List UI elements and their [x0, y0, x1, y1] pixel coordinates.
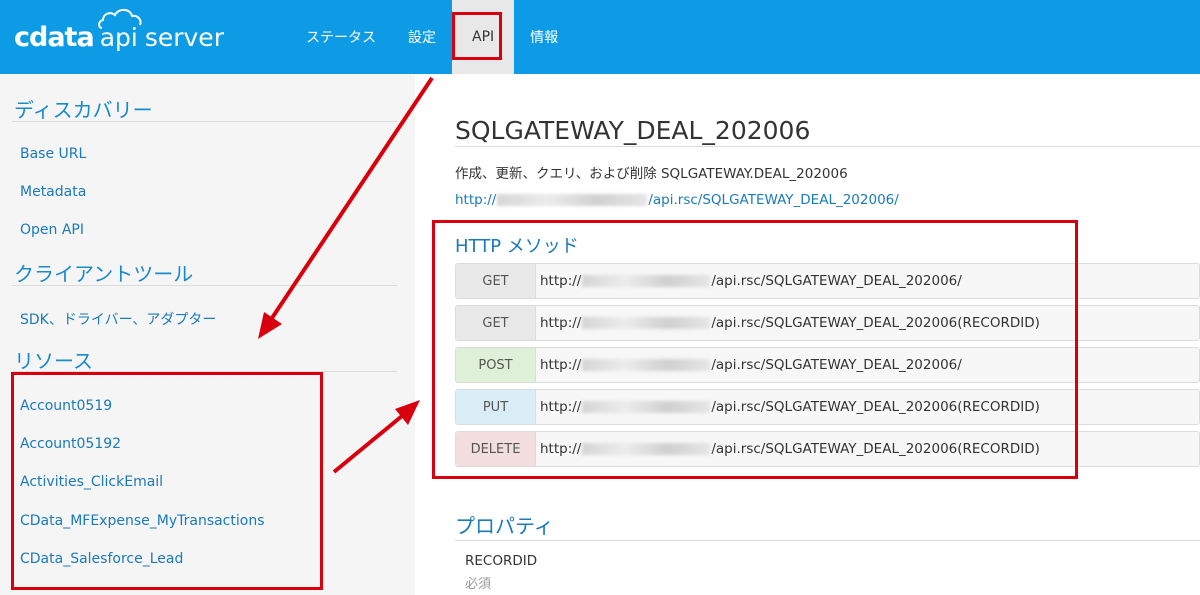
properties-heading: プロパティ [455, 514, 554, 538]
method-url: http:// /api.rsc/SQLGATEWAY_DEAL_202006(R… [536, 441, 1040, 457]
logo-server-text: server [144, 22, 224, 52]
sidebar-resource-item[interactable]: Activities_ClickEmail [20, 474, 163, 490]
url-prefix: http:// [540, 399, 582, 415]
logo-cloud: api [97, 8, 142, 52]
url-suffix: /api.rsc/SQLGATEWAY_DEAL_202006(RECORDID… [711, 441, 1040, 457]
url-prefix: http:// [540, 315, 582, 331]
divider [455, 540, 1200, 541]
method-badge-get: GET [456, 264, 536, 298]
method-row-get[interactable]: GET http:// /api.rsc/SQLGATEWAY_DEAL_2020… [455, 263, 1200, 299]
redacted-host [582, 359, 711, 371]
logo-brand-text: cdata [14, 21, 95, 53]
method-url: http:// /api.rsc/SQLGATEWAY_DEAL_202006(R… [536, 315, 1040, 331]
http-methods-heading: HTTP メソッド [455, 236, 579, 257]
method-row-get-by-id[interactable]: GET http:// /api.rsc/SQLGATEWAY_DEAL_2020… [455, 305, 1200, 341]
redacted-host [582, 275, 711, 287]
resource-endpoint-link[interactable]: http:// /api.rsc/SQLGATEWAY_DEAL_202006/ [455, 192, 899, 208]
sidebar-link-base-url[interactable]: Base URL [20, 146, 86, 162]
url-suffix: /api.rsc/SQLGATEWAY_DEAL_202006(RECORDID… [711, 399, 1040, 415]
nav-settings[interactable]: 設定 [392, 0, 452, 74]
url-prefix: http:// [540, 273, 582, 289]
url-prefix: http:// [540, 357, 582, 373]
page-title: SQLGATEWAY_DEAL_202006 [455, 116, 811, 145]
sidebar-heading-resources: リソース [14, 349, 93, 373]
url-suffix: /api.rsc/SQLGATEWAY_DEAL_202006/ [711, 357, 962, 373]
nav-status[interactable]: ステータス [290, 0, 392, 74]
nav-api[interactable]: API [452, 0, 515, 74]
sidebar-resource-item[interactable]: Account05192 [20, 436, 121, 452]
divider [12, 371, 397, 372]
sidebar-heading-client-tools: クライアントツール [14, 262, 194, 286]
url-suffix: /api.rsc/SQLGATEWAY_DEAL_202006(RECORDID… [711, 315, 1040, 331]
sidebar-resource-item[interactable]: Account0519 [20, 398, 112, 414]
cdata-api-server-logo[interactable]: cdata api server [14, 8, 224, 54]
sidebar-heading-discovery: ディスカバリー [14, 98, 153, 122]
main-content: SQLGATEWAY_DEAL_202006 作成、更新、クエリ、および削除 S… [415, 74, 1200, 595]
method-url: http:// /api.rsc/SQLGATEWAY_DEAL_202006/ [536, 357, 962, 373]
top-navbar: cdata api server ステータス 設定 API 情報 [0, 0, 1200, 74]
divider [12, 121, 397, 122]
main-nav: ステータス 設定 API 情報 [290, 0, 574, 74]
property-name: RECORDID [465, 553, 538, 569]
redacted-host [582, 317, 711, 329]
url-prefix: http:// [540, 441, 582, 457]
method-row-post[interactable]: POST http:// /api.rsc/SQLGATEWAY_DEAL_202… [455, 347, 1200, 383]
nav-info[interactable]: 情報 [514, 0, 574, 74]
method-row-put[interactable]: PUT http:// /api.rsc/SQLGATEWAY_DEAL_2020… [455, 389, 1200, 425]
sidebar-link-metadata[interactable]: Metadata [20, 184, 86, 200]
method-url: http:// /api.rsc/SQLGATEWAY_DEAL_202006/ [536, 273, 962, 289]
property-required-label: 必須 [465, 577, 492, 592]
method-badge-get: GET [456, 306, 536, 340]
endpoint-suffix: /api.rsc/SQLGATEWAY_DEAL_202006/ [648, 192, 899, 208]
sidebar-resource-item[interactable]: CData_MFExpense_MyTransactions [20, 513, 265, 529]
method-badge-post: POST [456, 348, 536, 382]
resource-description: 作成、更新、クエリ、および削除 SQLGATEWAY.DEAL_202006 [455, 166, 848, 182]
sidebar: ディスカバリー Base URL Metadata Open API クライアン… [0, 74, 415, 595]
sidebar-link-open-api[interactable]: Open API [20, 222, 84, 238]
endpoint-prefix: http:// [455, 192, 497, 208]
method-badge-put: PUT [456, 390, 536, 424]
sidebar-link-sdk[interactable]: SDK、ドライバー、アダプター [20, 309, 216, 329]
method-url: http:// /api.rsc/SQLGATEWAY_DEAL_202006(R… [536, 399, 1040, 415]
redacted-host [497, 194, 648, 206]
url-suffix: /api.rsc/SQLGATEWAY_DEAL_202006/ [711, 273, 962, 289]
divider [455, 146, 1200, 147]
method-badge-delete: DELETE [456, 432, 536, 466]
logo-api-text: api [99, 22, 138, 52]
redacted-host [582, 401, 711, 413]
sidebar-resource-item[interactable]: CData_Salesforce_Lead [20, 551, 183, 567]
method-row-delete[interactable]: DELETE http:// /api.rsc/SQLGATEWAY_DEAL_2… [455, 431, 1200, 467]
divider [12, 285, 397, 286]
redacted-host [582, 443, 711, 455]
